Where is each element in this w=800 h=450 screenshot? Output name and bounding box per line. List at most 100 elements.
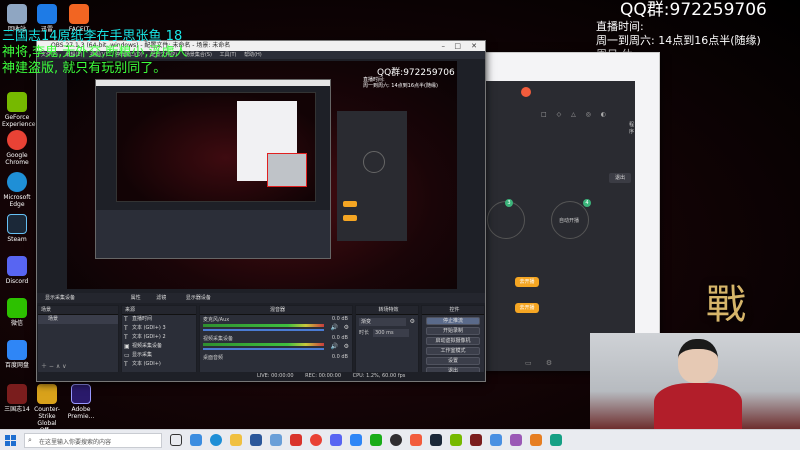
tab-display-device[interactable]: 显示器设备 [186, 295, 211, 301]
sources-header: 来源 [122, 306, 196, 315]
webcam-person-head [678, 339, 718, 383]
overlay-title-line-3: 神建盗版, 就只有玩别同了。 [2, 61, 167, 76]
studio-mode-button[interactable]: 工作室模式 [426, 347, 480, 355]
maximize-button[interactable]: □ [454, 41, 461, 51]
source-item[interactable]: T 文本 (GDI+) [122, 360, 196, 369]
client-exit-button[interactable]: 退出 [609, 173, 631, 183]
desktop-icon-csgo[interactable]: Counter-Strike Global Off... [32, 384, 62, 434]
client-dark-panel: □ ◇ △ ◎ ◐ 程序 退出 3 4 自动开播 去开播 去开播 ▭ ⚙ [485, 81, 635, 371]
gear-icon[interactable]: ⚙ [344, 343, 349, 350]
menu-help[interactable]: 帮助(H) [244, 52, 262, 58]
source-item[interactable]: T 文本 (GDI+) 3 [122, 324, 196, 333]
taskbar-app-icon[interactable] [550, 434, 562, 446]
source-item[interactable]: T 文本 (GDI+) 2 [122, 333, 196, 342]
taskbar-app-icon[interactable] [290, 434, 302, 446]
qq-group-label: QQ群: [620, 0, 670, 20]
tab-display-capture[interactable]: 显示采集设备 [45, 295, 75, 301]
taskbar-app-icon[interactable] [430, 434, 442, 446]
close-button[interactable]: ✕ [471, 41, 477, 51]
desktop-icon-steam[interactable]: Steam [2, 214, 32, 243]
source-item[interactable]: ▣ 视频采集设备 [122, 342, 196, 351]
desktop-icon-chrome[interactable]: Google Chrome [2, 130, 32, 166]
duration-row: 时长 300 ms [359, 329, 415, 337]
chrome-taskbar-icon[interactable] [310, 434, 322, 446]
client-start-button-2[interactable]: 去开播 [515, 303, 539, 313]
speaker-icon[interactable]: 🔊 [331, 324, 338, 331]
taskbar-app-icon[interactable] [450, 434, 462, 446]
edge-taskbar-icon[interactable] [210, 434, 222, 446]
webcam-person-body [654, 383, 742, 430]
task-view-icon[interactable] [170, 434, 182, 446]
desktop-icon-edge[interactable]: Microsoft Edge [2, 172, 32, 208]
taskbar-app-icon[interactable] [470, 434, 482, 446]
mixer-meter [203, 343, 324, 346]
mixer-track-db: 0.0 dB [331, 316, 348, 322]
preview-inner-webcam [267, 153, 307, 187]
desktop-icon-wechat[interactable]: 微信 [2, 298, 32, 327]
discord-taskbar-icon[interactable] [330, 434, 342, 446]
client-ring-1[interactable] [487, 201, 525, 239]
taskbar-app-icon[interactable] [370, 434, 382, 446]
desktop-icon-discord[interactable]: Discord [2, 256, 32, 285]
menu-scene-collection[interactable]: 场景集合(S) [185, 52, 212, 58]
mixer-track-desktop-audio: 桌面音频 0.0 dB [200, 353, 352, 372]
desktop-icon-sanguozhi14[interactable]: 三国志14 [2, 384, 32, 413]
obs-preview[interactable]: QQ群:972259706 直播时间: 周一到周六: 14点到16点半(随缘) [67, 61, 457, 289]
transition-gear-icon[interactable]: ⚙ [410, 318, 415, 325]
mixer-track-db: 0.0 dB [331, 354, 348, 360]
text-source-icon: T [124, 325, 128, 332]
preview-inner-canvas [116, 92, 316, 202]
mixer-volume-slider[interactable] [203, 329, 324, 331]
stop-streaming-button[interactable]: 停止推流 [426, 317, 480, 325]
client-start-button-1[interactable]: 去开播 [515, 277, 539, 287]
taskbar-app-icon[interactable] [510, 434, 522, 446]
start-button[interactable] [5, 435, 16, 446]
transition-select[interactable]: 渐变 [359, 318, 406, 326]
taskbar-search-box[interactable]: ⌕ 在这里输入你要搜索的内容 [24, 433, 162, 448]
taskbar-app-icon[interactable] [270, 434, 282, 446]
controls-dock: 控件 停止推流 开始录制 启动虚拟摄像机 工作室模式 设置 退出 [421, 305, 485, 375]
speaker-icon[interactable]: 🔊 [331, 343, 338, 350]
mixer-header: 混音器 [200, 306, 352, 315]
mixer-volume-slider[interactable] [203, 348, 324, 350]
taskbar-app-icon[interactable] [490, 434, 502, 446]
live-status: LIVE: 00:00:00 [257, 373, 294, 379]
taskbar-app-icon[interactable] [410, 434, 422, 446]
mixer-track-name: 桌面音频 [203, 355, 224, 361]
overlay-title-line-1: 三国志14原纸李在手思张鱼 18 [2, 29, 183, 44]
scenes-add-remove[interactable]: ＋ − ∧ ∨ [41, 361, 67, 370]
client-footer-icons: ▭ ⚙ [525, 359, 559, 367]
minimize-button[interactable]: – [442, 41, 446, 51]
scene-item[interactable]: 场景 [38, 315, 118, 324]
thunder-icon [37, 4, 57, 24]
webcam-main [590, 333, 800, 430]
windows-logo-icon [5, 435, 10, 440]
taskbar-app-icon[interactable] [350, 434, 362, 446]
taskbar-app-icon[interactable] [190, 434, 202, 446]
tab-properties[interactable]: 属性 [131, 295, 141, 301]
start-virtual-camera-button[interactable]: 启动虚拟摄像机 [426, 337, 480, 345]
duration-label: 时长 [359, 330, 370, 336]
desktop-icon-geforce[interactable]: GeForce Experience [2, 92, 35, 128]
desktop-icon-premiere[interactable]: Adobe Premie... [66, 384, 96, 420]
file-explorer-icon[interactable] [230, 434, 242, 446]
steam-icon [7, 214, 27, 234]
camera-source-icon: ▣ [124, 343, 130, 350]
taskbar-app-icon[interactable] [530, 434, 542, 446]
menu-tools[interactable]: 工具(T) [220, 52, 237, 58]
duration-input[interactable]: 300 ms [373, 329, 409, 337]
background-battle-glyph: 戰 [706, 282, 746, 328]
obs-taskbar-icon[interactable] [390, 434, 402, 446]
gear-icon[interactable]: ⚙ [344, 324, 349, 331]
source-item[interactable]: ▭ 显示采集 [122, 351, 196, 360]
desktop-icon-baidu-netdisk[interactable]: 百度网盘 [2, 340, 32, 369]
recycle-bin-icon [7, 4, 27, 24]
geforce-icon [7, 92, 27, 112]
source-item[interactable]: T 直播时间 [122, 315, 196, 324]
mixer-track-db: 0.0 dB [331, 335, 348, 341]
preview-inner-docks [96, 210, 330, 258]
store-icon[interactable] [250, 434, 262, 446]
tab-filters[interactable]: 滤镜 [156, 295, 166, 301]
start-recording-button[interactable]: 开始录制 [426, 327, 480, 335]
settings-button[interactable]: 设置 [426, 357, 480, 365]
